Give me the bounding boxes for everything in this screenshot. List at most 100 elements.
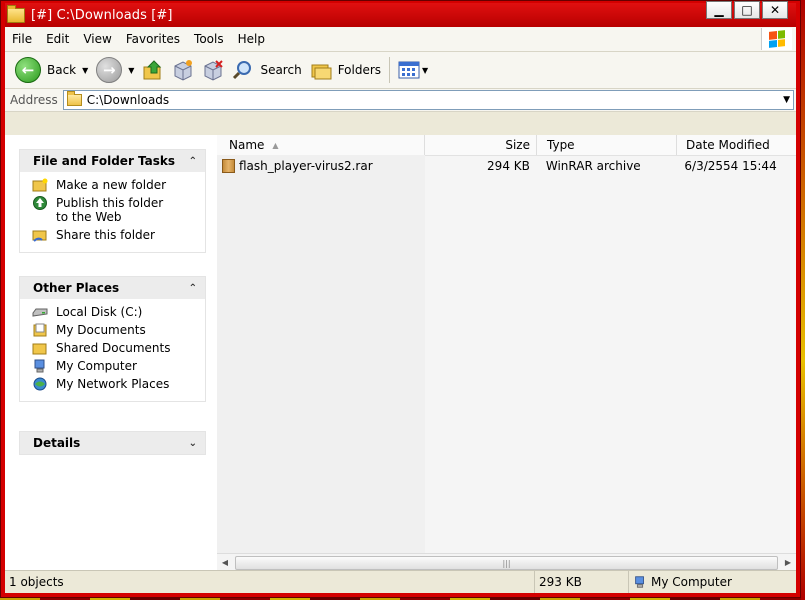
place-label: My Computer bbox=[56, 359, 137, 373]
place-label: My Documents bbox=[56, 323, 146, 337]
folders-label: Folders bbox=[337, 63, 382, 77]
window-client: File Edit View Favorites Tools Help ← Ba… bbox=[5, 27, 796, 593]
folders-button[interactable]: Folders bbox=[306, 55, 385, 85]
main-area: File and Folder Tasks ⌃ Make a new folde… bbox=[5, 135, 796, 571]
scroll-right-icon[interactable]: ▶ bbox=[780, 555, 796, 571]
place-my-computer[interactable]: My Computer bbox=[32, 359, 205, 373]
window-title: [#] C:\Downloads [#] bbox=[31, 7, 173, 23]
file-folder-tasks-title: File and Folder Tasks bbox=[33, 154, 176, 168]
other-places-panel: Other Places ⌃ Local Disk (C:) My Docume… bbox=[19, 276, 206, 402]
address-label: Address bbox=[10, 93, 58, 107]
task-label: Make a new folder bbox=[56, 178, 167, 192]
status-bar: 1 objects 293 KB My Computer bbox=[5, 570, 796, 593]
details-header[interactable]: Details ⌄ bbox=[20, 432, 205, 454]
task-label: Publish this folder to the Web bbox=[56, 196, 164, 224]
scroll-thumb[interactable]: ||| bbox=[235, 556, 778, 570]
share-folder-icon bbox=[32, 230, 47, 242]
place-local-disk[interactable]: Local Disk (C:) bbox=[32, 305, 205, 319]
close-button[interactable]: ✕ bbox=[762, 1, 788, 19]
toolbar-separator bbox=[389, 57, 391, 83]
back-label: Back bbox=[47, 63, 77, 77]
menu-favorites[interactable]: Favorites bbox=[119, 32, 187, 46]
delete-icon bbox=[204, 60, 224, 81]
hard-drive-icon bbox=[32, 308, 48, 317]
up-folder-button[interactable] bbox=[138, 55, 168, 85]
views-button[interactable]: ▼ bbox=[394, 55, 432, 85]
menu-bar: File Edit View Favorites Tools Help bbox=[5, 27, 796, 52]
title-bar[interactable]: [#] C:\Downloads [#] ▁ □ ✕ bbox=[5, 1, 796, 27]
menu-help[interactable]: Help bbox=[231, 32, 272, 46]
collapse-chevron-icon[interactable]: ⌃ bbox=[189, 156, 197, 167]
column-date-modified[interactable]: Date Modified bbox=[677, 135, 789, 155]
menu-view[interactable]: View bbox=[76, 32, 118, 46]
sort-ascending-icon: ▲ bbox=[272, 140, 279, 150]
horizontal-scrollbar[interactable]: ◀ ||| ▶ bbox=[217, 553, 796, 571]
back-dropdown-icon[interactable]: ▼ bbox=[82, 66, 88, 75]
folder-icon bbox=[7, 4, 25, 23]
desktop-background-edge bbox=[801, 0, 805, 600]
menu-file[interactable]: File bbox=[5, 32, 39, 46]
copy-to-button[interactable] bbox=[168, 55, 198, 85]
window-controls: ▁ □ ✕ bbox=[706, 1, 788, 19]
column-type[interactable]: Type bbox=[537, 135, 677, 155]
delete-button[interactable] bbox=[198, 55, 228, 85]
shared-documents-icon bbox=[32, 343, 47, 355]
folder-icon bbox=[66, 91, 82, 106]
task-share-folder[interactable]: Share this folder bbox=[32, 228, 205, 242]
search-button[interactable]: Search bbox=[228, 55, 305, 85]
file-type: WinRAR archive bbox=[545, 159, 641, 173]
forward-dropdown-icon[interactable]: ▼ bbox=[128, 66, 134, 75]
column-headers: Name ▲ Size Type Date Modified bbox=[217, 135, 796, 156]
minimize-button[interactable]: ▁ bbox=[706, 1, 732, 19]
rar-archive-icon bbox=[222, 159, 235, 173]
column-size[interactable]: Size bbox=[425, 135, 537, 155]
details-title: Details bbox=[33, 436, 81, 450]
my-documents-icon bbox=[33, 323, 47, 337]
column-modified-label: Date Modified bbox=[686, 138, 770, 152]
status-objects: 1 objects bbox=[5, 571, 535, 593]
expand-chevron-icon[interactable]: ⌄ bbox=[189, 438, 197, 449]
file-size: 294 KB bbox=[487, 159, 530, 173]
column-size-label: Size bbox=[505, 138, 530, 152]
search-label: Search bbox=[260, 63, 302, 77]
back-arrow-icon: ← bbox=[15, 57, 41, 83]
address-dropdown-icon[interactable]: ▼ bbox=[783, 95, 790, 105]
column-type-label: Type bbox=[547, 138, 575, 152]
place-my-network-places[interactable]: My Network Places bbox=[32, 377, 205, 391]
scroll-left-icon[interactable]: ◀ bbox=[217, 555, 233, 571]
views-dropdown-icon[interactable]: ▼ bbox=[422, 66, 428, 75]
maximize-button[interactable]: □ bbox=[734, 1, 760, 19]
task-make-new-folder[interactable]: Make a new folder bbox=[32, 178, 205, 192]
explorer-window: [#] C:\Downloads [#] ▁ □ ✕ File Edit Vie… bbox=[0, 0, 801, 598]
task-publish-to-web[interactable]: Publish this folder to the Web bbox=[32, 196, 205, 224]
task-label: Share this folder bbox=[56, 228, 155, 242]
file-name: flash_player-virus2.rar bbox=[239, 159, 373, 173]
copy-to-icon bbox=[174, 60, 193, 81]
place-label: My Network Places bbox=[56, 377, 170, 391]
windows-logo-icon bbox=[761, 28, 792, 50]
folders-icon bbox=[311, 64, 332, 80]
place-my-documents[interactable]: My Documents bbox=[32, 323, 205, 337]
file-row[interactable]: flash_player-virus2.rar 294 KB WinRAR ar… bbox=[217, 157, 796, 175]
column-name[interactable]: Name ▲ bbox=[217, 135, 425, 155]
place-shared-documents[interactable]: Shared Documents bbox=[32, 341, 205, 355]
back-button[interactable]: ← Back ▼ bbox=[11, 55, 92, 85]
forward-button[interactable]: → ▼ bbox=[92, 55, 138, 85]
address-input[interactable]: C:\Downloads ▼ bbox=[62, 90, 794, 110]
column-name-label: Name bbox=[229, 138, 265, 152]
new-folder-icon bbox=[32, 178, 48, 192]
menu-tools[interactable]: Tools bbox=[187, 32, 231, 46]
other-places-header[interactable]: Other Places ⌃ bbox=[20, 277, 205, 299]
address-value: C:\Downloads bbox=[86, 93, 170, 107]
status-location: My Computer bbox=[651, 575, 732, 589]
file-list-pane: Name ▲ Size Type Date Modified flash_pla… bbox=[217, 135, 796, 571]
details-panel: Details ⌄ bbox=[19, 431, 206, 455]
place-label: Local Disk (C:) bbox=[56, 305, 143, 319]
collapse-chevron-icon[interactable]: ⌃ bbox=[189, 283, 197, 294]
menu-edit[interactable]: Edit bbox=[39, 32, 76, 46]
my-computer-icon bbox=[635, 576, 644, 588]
standard-toolbar: ← Back ▼ → ▼ Search Folders ▼ bbox=[5, 52, 796, 89]
search-icon bbox=[233, 61, 252, 80]
file-folder-tasks-header[interactable]: File and Folder Tasks ⌃ bbox=[20, 150, 205, 172]
my-computer-icon bbox=[34, 359, 45, 373]
